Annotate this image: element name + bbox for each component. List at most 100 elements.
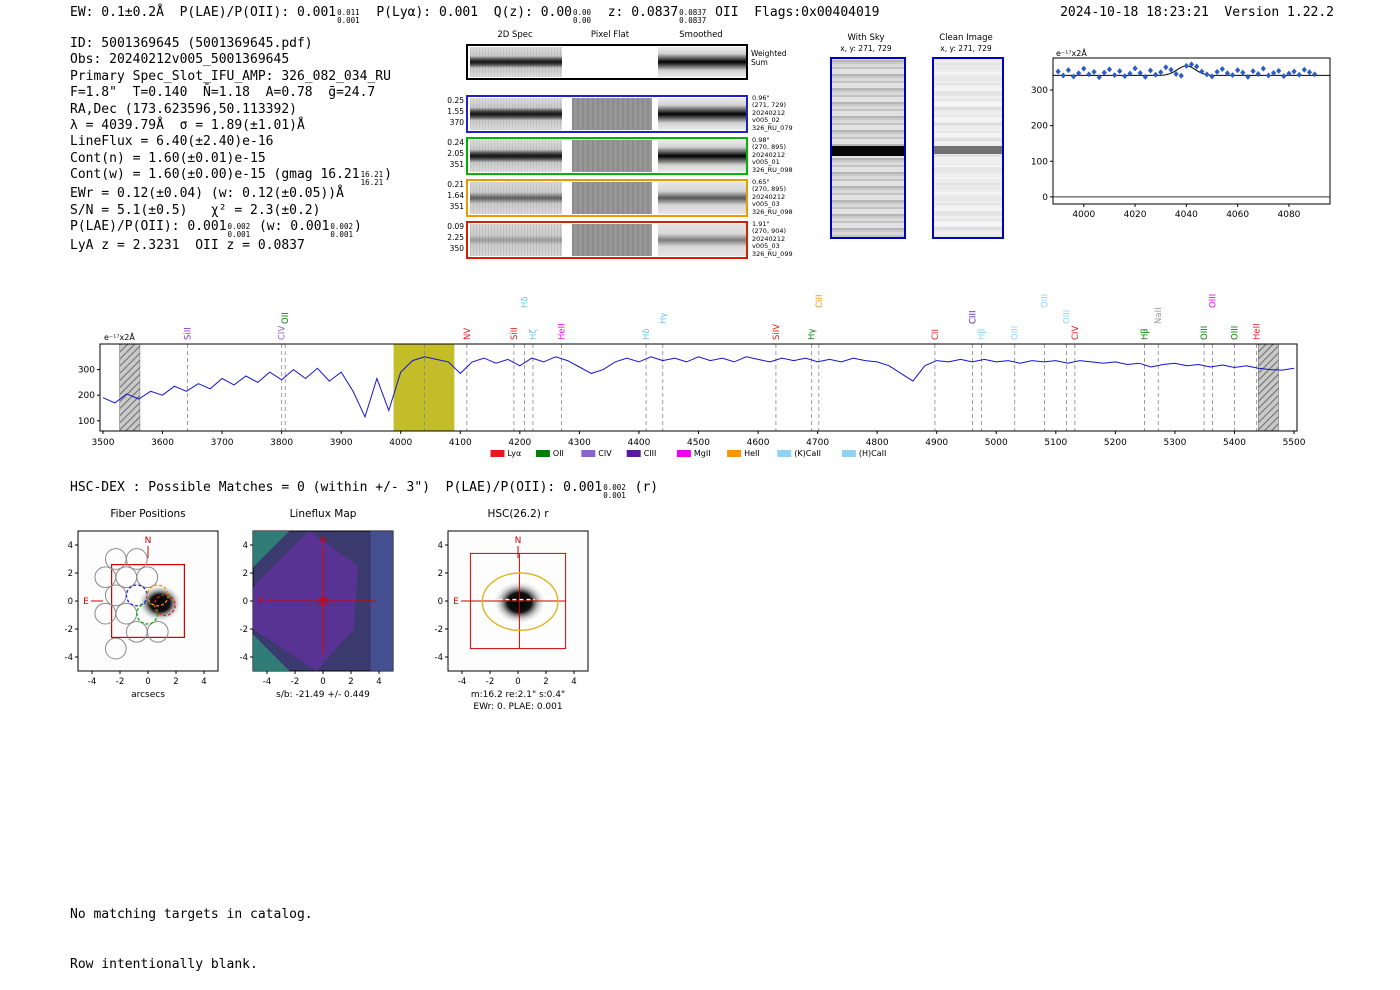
spectrum-legend: Lyα OII CIV CIII MgII HeII (K)CaII (H)CaII — [490, 449, 886, 458]
svg-text:4000: 4000 — [389, 438, 412, 448]
svg-text:4080: 4080 — [1278, 210, 1301, 220]
stacked-uncertainty: 0.011 0.001 — [337, 8, 360, 25]
cutout-row-3 — [466, 179, 748, 217]
svg-text:4200: 4200 — [508, 438, 531, 448]
svg-text:5500: 5500 — [1283, 438, 1306, 448]
with-sky-image — [830, 57, 906, 239]
clean-image — [932, 57, 1004, 239]
weighted-sum-label: Weighted Sum — [751, 49, 787, 67]
svg-text:4020: 4020 — [1124, 210, 1147, 220]
cutout-row-0 — [466, 44, 748, 80]
svg-text:SiIV: SiIV — [772, 324, 782, 340]
svg-text:0: 0 — [1042, 193, 1048, 203]
elixer-detection-report: { "header": { "segments": [ {"t":"EW: 0.… — [0, 0, 1400, 972]
svg-text:SiII: SiII — [510, 327, 520, 340]
svg-text:4: 4 — [438, 541, 443, 551]
smoothed-image — [658, 98, 746, 130]
info-line-3: Primary Spec_Slot_IFU_AMP: 326_082_034_R… — [70, 68, 391, 84]
svg-text:N: N — [320, 536, 327, 546]
svg-text:NV: NV — [463, 328, 473, 340]
svg-text:4700: 4700 — [806, 438, 829, 448]
spec2d-image — [470, 224, 562, 256]
footer-line-1: No matching targets in catalog. — [70, 907, 313, 922]
svg-text:4800: 4800 — [866, 438, 889, 448]
svg-text:CII: CII — [931, 329, 941, 340]
svg-text:(H)CaII: (H)CaII — [859, 449, 886, 458]
with-sky-trace-band — [832, 146, 904, 156]
info-line-8: Cont(n) = 1.60(±0.01)e-15 — [70, 150, 266, 166]
svg-text:4600: 4600 — [747, 438, 770, 448]
clean-image-title: Clean Image — [939, 33, 993, 43]
svg-text:CIV: CIV — [1071, 326, 1081, 340]
svg-text:4900: 4900 — [925, 438, 948, 448]
info-line-10: EWr = 0.12(±0.04) (w: 0.12(±0.05))Å — [70, 186, 344, 202]
masked-edge-band — [119, 343, 141, 432]
svg-text:OIII: OIII — [1231, 326, 1241, 340]
svg-text:N: N — [145, 536, 152, 546]
clean-image-coords: x, y: 271, 729 — [940, 44, 992, 53]
svg-text:-4: -4 — [435, 653, 443, 663]
smoothed-image — [658, 182, 746, 214]
svg-text:HeII: HeII — [558, 323, 568, 340]
svg-text:N: N — [515, 536, 522, 546]
svg-text:E: E — [83, 597, 89, 607]
footer-line-2: Row intentionally blank. — [70, 956, 258, 972]
hsc-match-line: HSC-DEX : Possible Matches = 0 (within +… — [70, 480, 659, 500]
zoom-spectrum-plot: 4000 4020 4040 4060 4080 0 100 200 300 e⁻¹⁷x2Å — [1031, 47, 1331, 220]
svg-text:arcsecs: arcsecs — [131, 690, 165, 700]
svg-text:3900: 3900 — [330, 438, 353, 448]
svg-text:OIII: OIII — [1011, 326, 1021, 340]
cutout-row-meta: 0.65" (270, 895) 20240212 v005_03 326_RU_098 — [752, 178, 793, 216]
svg-text:4400: 4400 — [627, 438, 650, 448]
svg-text:HeII: HeII — [744, 449, 760, 458]
svg-text:-2: -2 — [291, 677, 299, 687]
svg-text:Hβ: Hβ — [977, 328, 987, 340]
svg-text:-2: -2 — [116, 677, 124, 687]
stacked-uncertainty: 0.00 0.00 — [573, 8, 592, 25]
cutout-row-1 — [466, 95, 748, 133]
svg-text:5100: 5100 — [1044, 438, 1067, 448]
svg-text:4060: 4060 — [1226, 210, 1249, 220]
cutout-row-stats: 0.21 1.64 351 — [447, 180, 464, 211]
spec2d-image — [470, 98, 562, 130]
info-line-5: RA,Dec (173.623596,50.113392) — [70, 101, 297, 117]
svg-text:CIII: CIII — [644, 449, 657, 458]
header-summary: EW: 0.1±0.2Å P(LAE)/P(OII): 0.001 0.011 0.… — [70, 5, 880, 25]
svg-text:HeII: HeII — [1253, 323, 1263, 340]
info-line-6: λ = 4039.79Å σ = 1.89(±1.01)Å — [70, 118, 305, 134]
clean-trace-band — [934, 146, 1002, 155]
svg-text:-4: -4 — [65, 653, 73, 663]
detection-info-block: ID: 5001369645 (5001369645.pdf) Obs: 2024… — [70, 36, 392, 254]
svg-text:0: 0 — [320, 677, 325, 687]
svg-text:3700: 3700 — [211, 438, 234, 448]
svg-text:100: 100 — [78, 417, 95, 427]
pixel-flat-image — [572, 224, 652, 256]
cutout-row-4 — [466, 221, 748, 259]
info-line-13: LyA z = 2.3231 OII z = 0.0837 — [70, 238, 305, 254]
cutout-row-meta: 1.91" (270, 904) 20240212 v005_03 326_RU_099 — [752, 220, 793, 258]
svg-text:Fiber Positions: Fiber Positions — [110, 508, 185, 520]
cutout-row-meta: 0.96" (271, 729) 20240212 v005_02 326_RU_079 — [752, 94, 793, 132]
svg-text:2: 2 — [438, 569, 443, 579]
smoothed-image — [658, 224, 746, 256]
svg-text:-4: -4 — [458, 677, 466, 687]
svg-text:5200: 5200 — [1104, 438, 1127, 448]
spec2d-image — [470, 47, 562, 77]
svg-text:3800: 3800 — [270, 438, 293, 448]
full-spectrum-plot: SiII CIV OII NV SiII Hδ Hζ HeII Hδ Hγ SiIV Hγ CIII CI… — [78, 294, 1306, 458]
svg-text:s/b: -21.49 +/- 0.449: s/b: -21.49 +/- 0.449 — [276, 690, 370, 700]
cutout-row-2 — [466, 137, 748, 175]
svg-text:0: 0 — [243, 597, 248, 607]
cutout-row-stats: 0.24 2.05 351 — [447, 138, 464, 169]
svg-text:5300: 5300 — [1163, 438, 1186, 448]
info-line-2: Obs: 20240212v005_5001369645 — [70, 52, 290, 68]
svg-text:Hγ: Hγ — [659, 313, 669, 324]
svg-text:Lyα: Lyα — [508, 449, 522, 458]
cutout-col-title-2dspec: 2D Spec — [497, 30, 533, 40]
with-sky-coords: x, y: 271, 729 — [840, 44, 892, 53]
info-line-11: S/N = 5.1(±0.5) χ² = 2.3(±0.2) — [70, 202, 321, 218]
svg-text:e⁻¹⁷x2Å: e⁻¹⁷x2Å — [104, 331, 135, 342]
svg-text:200: 200 — [78, 391, 95, 401]
with-sky-title: With Sky — [847, 33, 885, 43]
smoothed-image — [658, 140, 746, 172]
